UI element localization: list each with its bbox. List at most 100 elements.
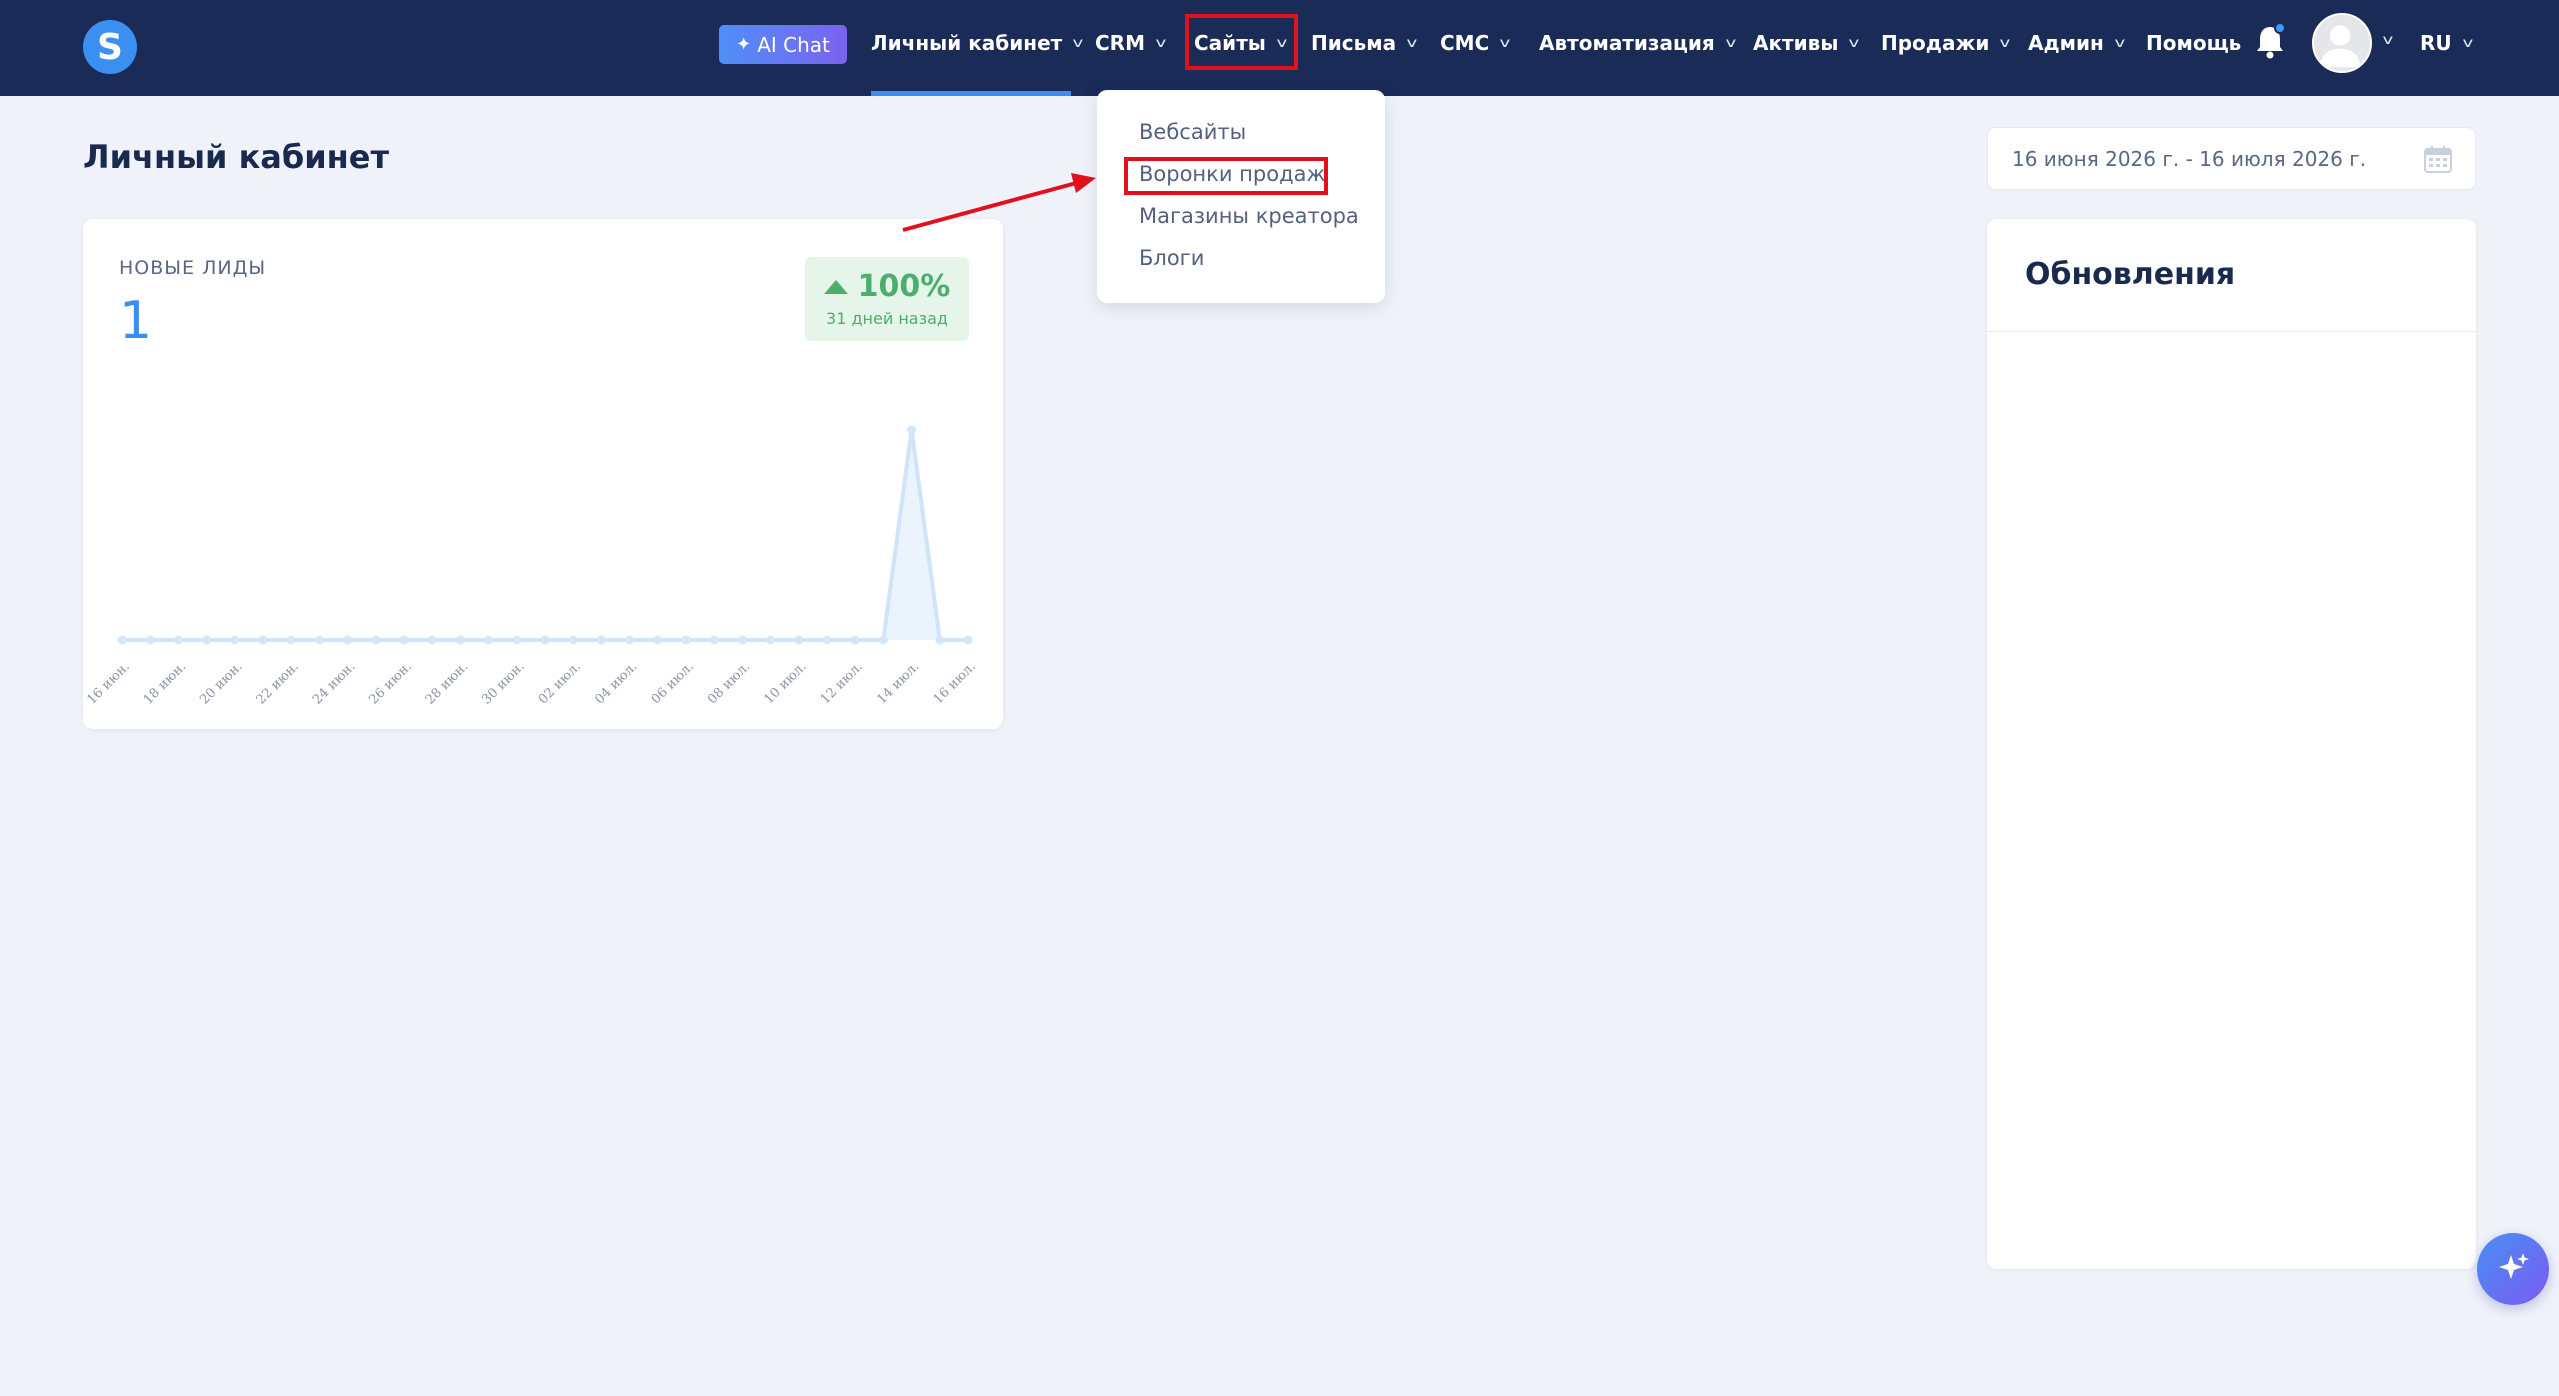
chart-point[interactable]	[850, 635, 860, 645]
leads-chart: 16 июн. 18 июн. 20 июн. 22 июн. 24 июн. 26 ию…	[84, 425, 979, 708]
nav-item-label: CRM	[1095, 31, 1145, 55]
updates-card: Обновления	[1987, 219, 2476, 1269]
nav-item-sales[interactable]: Продажи v	[1881, 26, 2011, 60]
annotation-highlight-sites	[1185, 14, 1298, 70]
x-tick-label: 18 июн.	[141, 659, 189, 707]
nav-item-sms[interactable]: СМС v	[1440, 26, 1511, 60]
chart-point[interactable]	[173, 635, 183, 645]
x-tick-label: 26 июн.	[366, 659, 414, 707]
nav-item-label: Автоматизация	[1539, 31, 1715, 55]
calendar-icon[interactable]	[2423, 144, 2453, 174]
chart-point[interactable]	[625, 635, 635, 645]
x-tick-label: 30 июн.	[479, 659, 527, 707]
active-tab-indicator	[871, 91, 1071, 96]
nav-item-admin[interactable]: Админ v	[2028, 26, 2126, 60]
dropdown-item-blogs[interactable]: Блоги	[1139, 246, 1204, 270]
x-tick-label: 14 июл.	[874, 659, 922, 707]
nav-item-emails[interactable]: Письма v	[1311, 26, 1418, 60]
chart-point[interactable]	[286, 635, 296, 645]
chart-point[interactable]	[681, 635, 691, 645]
updates-title: Обновления	[2025, 257, 2236, 292]
chart-point[interactable]	[596, 635, 606, 645]
new-leads-card: НОВЫЕ ЛИДЫ 1 100% 31 дней назад 16 июн. 1…	[83, 219, 1003, 729]
sparkle-icon: ✦	[736, 34, 752, 55]
chevron-down-icon: v	[1848, 35, 1860, 51]
chart-point[interactable]	[455, 635, 465, 645]
chart-area	[122, 430, 968, 640]
nav-item-label: СМС	[1440, 31, 1490, 55]
divider	[1987, 331, 2476, 332]
chart-point[interactable]	[343, 635, 353, 645]
logo-letter: S	[97, 26, 123, 68]
x-tick-label: 04 июл.	[592, 659, 640, 707]
chart-point[interactable]	[230, 635, 240, 645]
chart-point[interactable]	[117, 635, 127, 645]
chart-point[interactable]	[314, 635, 324, 645]
x-tick-label: 06 июл.	[649, 659, 697, 707]
nav-item-help[interactable]: Помощь	[2146, 26, 2241, 60]
nav-item-automation[interactable]: Автоматизация v	[1539, 26, 1736, 60]
chevron-down-icon: v	[1406, 35, 1418, 51]
dropdown-item-websites[interactable]: Вебсайты	[1139, 120, 1246, 144]
page-title: Личный кабинет	[83, 138, 390, 176]
top-navbar: S ✦ AI Chat Личный кабинет v CRM v Сайты v …	[0, 0, 2559, 96]
chevron-down-icon: v	[1072, 35, 1084, 51]
nav-item-label: Продажи	[1881, 31, 1990, 55]
chart-point[interactable]	[935, 635, 945, 645]
nav-item-label: Админ	[2028, 31, 2104, 55]
chart-point[interactable]	[512, 635, 522, 645]
chevron-down-icon[interactable]: v	[2382, 33, 2393, 48]
chart-point[interactable]	[878, 635, 888, 645]
chart-point[interactable]	[709, 635, 719, 645]
chevron-down-icon: v	[1155, 35, 1167, 51]
nav-item-assets[interactable]: Активы v	[1753, 26, 1860, 60]
notification-dot	[2274, 22, 2286, 34]
ai-chat-label: AI Chat	[757, 32, 830, 57]
chevron-down-icon: v	[1499, 35, 1511, 51]
chevron-down-icon: v	[2114, 35, 2126, 51]
x-tick-label: 20 июн.	[197, 659, 245, 707]
chart-point[interactable]	[202, 635, 212, 645]
chart-point[interactable]	[568, 635, 578, 645]
avatar[interactable]	[2312, 13, 2372, 73]
chart-point[interactable]	[258, 635, 268, 645]
x-tick-label: 22 июн.	[254, 659, 302, 707]
x-tick-label: 02 июл.	[536, 659, 584, 707]
chart-point[interactable]	[399, 635, 409, 645]
x-tick-label: 16 июл.	[931, 659, 979, 707]
nav-item-label: Личный кабинет	[871, 31, 1063, 55]
chart-line	[122, 429, 968, 642]
nav-item-label: Помощь	[2146, 31, 2242, 55]
x-tick-label: 28 июн.	[423, 659, 471, 707]
chart-point[interactable]	[653, 635, 663, 645]
chart-point[interactable]	[737, 635, 747, 645]
chart-point[interactable]	[484, 635, 494, 645]
x-tick-label: 10 июл.	[762, 659, 810, 707]
chart-point[interactable]	[371, 635, 381, 645]
nav-item-dashboard[interactable]: Личный кабинет v	[871, 26, 1084, 60]
date-range-picker[interactable]: 16 июня 2026 г. - 16 июля 2026 г.	[1987, 127, 2476, 190]
chart-point[interactable]	[766, 635, 776, 645]
sites-dropdown-menu: Вебсайты Воронки продаж Магазины креатор…	[1097, 90, 1385, 303]
x-tick-label: 16 июн.	[84, 659, 132, 707]
chevron-down-icon: v	[1999, 35, 2011, 51]
chart-point[interactable]	[145, 635, 155, 645]
language-label: RU	[2420, 31, 2452, 55]
ai-assistant-fab[interactable]	[2477, 1233, 2549, 1305]
x-tick-label: 12 июл.	[818, 659, 866, 707]
chart-point[interactable]	[427, 635, 437, 645]
chart-point[interactable]	[794, 635, 804, 645]
chart-point[interactable]	[963, 635, 973, 645]
chevron-down-icon: v	[2462, 35, 2473, 51]
language-selector[interactable]: RU v	[2420, 26, 2473, 60]
dropdown-item-creator-stores[interactable]: Магазины креатора	[1139, 204, 1359, 228]
chart-point[interactable]	[907, 425, 917, 435]
app-logo[interactable]: S	[83, 20, 137, 74]
chart-point[interactable]	[822, 635, 832, 645]
chart-point[interactable]	[540, 635, 550, 645]
x-tick-label: 08 июл.	[705, 659, 753, 707]
date-range-value: 16 июня 2026 г. - 16 июля 2026 г.	[2012, 147, 2367, 171]
nav-item-crm[interactable]: CRM v	[1095, 26, 1167, 60]
annotation-highlight-sales-funnels	[1124, 157, 1328, 195]
ai-chat-button[interactable]: ✦ AI Chat	[719, 25, 847, 64]
